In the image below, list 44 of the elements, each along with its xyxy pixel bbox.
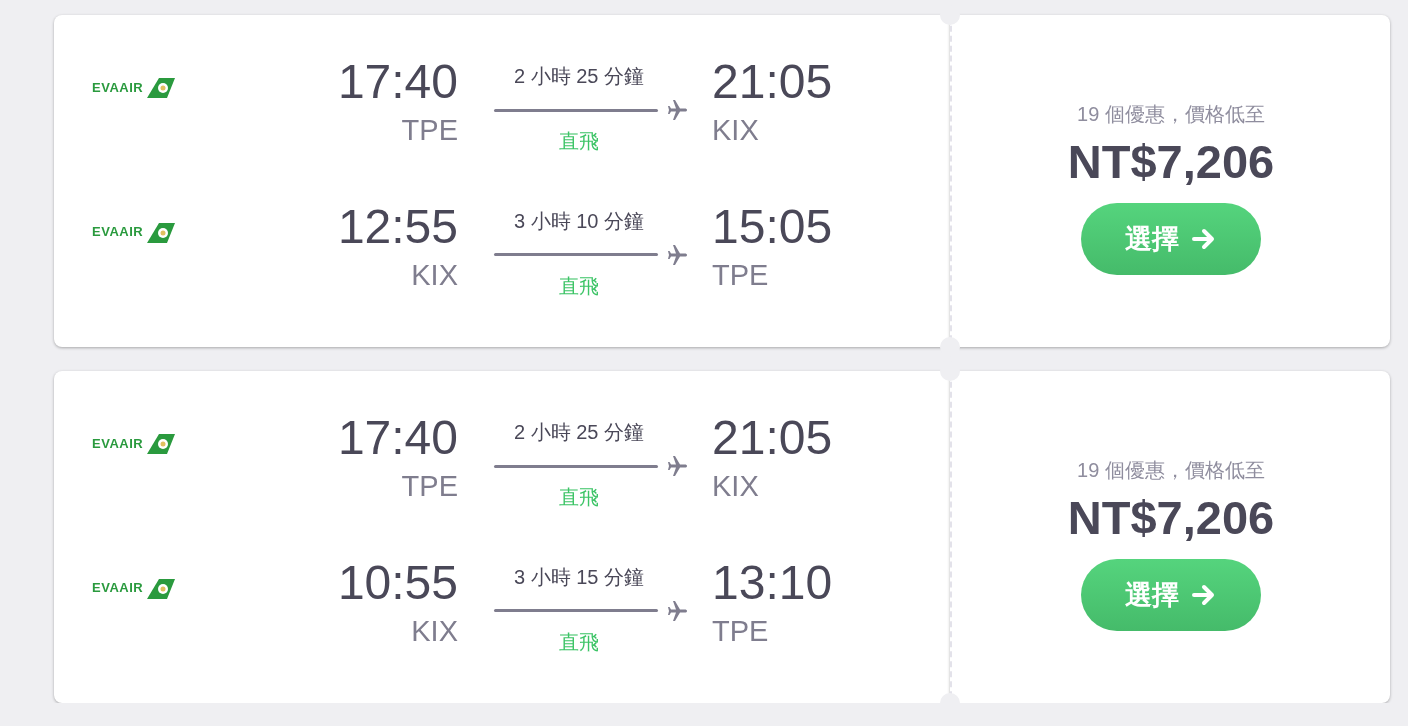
arrival-airport: TPE (712, 258, 769, 292)
departure-airport: TPE (401, 114, 458, 147)
stops-label: 直飛 (559, 273, 599, 299)
departure-airport: KIX (411, 614, 458, 648)
airline-tail-icon (145, 576, 176, 599)
plane-icon (666, 598, 690, 623)
stops-label: 直飛 (559, 129, 599, 154)
price: NT$7,206 (1067, 134, 1275, 189)
plane-icon (666, 98, 690, 122)
departure-airport: TPE (401, 470, 458, 503)
airline-logo: EVAAIR (92, 580, 144, 595)
arrival-time: 21:05 (712, 414, 833, 462)
arrow-right-icon (1191, 584, 1217, 606)
departure-time: 12:55 (337, 202, 458, 251)
stops-label: 直飛 (559, 485, 599, 510)
airline-logo: EVAAIR (92, 435, 144, 451)
departure-time: 17:40 (337, 414, 458, 462)
airline-tail-icon (145, 76, 176, 98)
arrival-airport: KIX (712, 470, 759, 503)
select-button[interactable]: 選擇 (1081, 559, 1261, 631)
flight-duration: 2 小時 25 分鐘 (513, 420, 644, 445)
arrival-time: 15:05 (712, 202, 833, 251)
arrival-airport: KIX (712, 114, 759, 147)
flight-duration: 3 小時 10 分鐘 (513, 208, 644, 234)
departure-airport: KIX (411, 258, 458, 292)
deals-count: 19 個優惠，價格低至 (1077, 458, 1265, 483)
departure-time: 10:55 (337, 558, 458, 607)
airline-logo: EVAAIR (92, 224, 144, 239)
arrow-right-icon (1191, 228, 1217, 250)
deals-count: 19 個優惠，價格低至 (1077, 102, 1265, 127)
airline-tail-icon (145, 432, 176, 454)
plane-icon (666, 242, 690, 267)
arrival-airport: TPE (712, 614, 769, 648)
flight-duration: 3 小時 15 分鐘 (513, 564, 644, 590)
price: NT$7,206 (1067, 490, 1275, 545)
arrival-time: 21:05 (712, 58, 833, 106)
select-button[interactable]: 選擇 (1081, 203, 1261, 275)
stops-label: 直飛 (559, 629, 599, 655)
airline-tail-icon (145, 220, 176, 243)
flight-duration: 2 小時 25 分鐘 (513, 64, 644, 89)
airline-logo: EVAAIR (92, 79, 144, 95)
departure-time: 17:40 (337, 58, 458, 106)
plane-icon (666, 454, 690, 478)
arrival-time: 13:10 (712, 558, 833, 607)
